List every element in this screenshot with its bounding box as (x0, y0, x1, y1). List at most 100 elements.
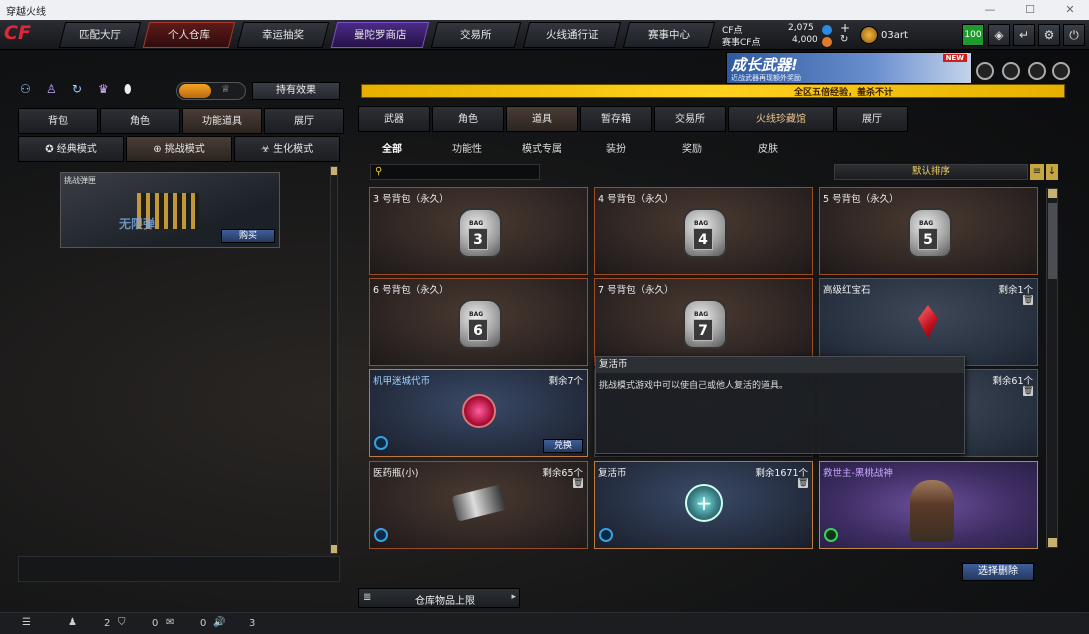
item-card[interactable]: 救世主-黑桃战神 (819, 461, 1038, 549)
trash-icon[interactable]: 🗑 (798, 478, 808, 488)
level-badge[interactable]: 100 (962, 24, 984, 46)
medal-icon[interactable] (1002, 62, 1020, 80)
buy-button[interactable]: 购买 (221, 229, 275, 243)
item-card[interactable]: 5 号背包（永久） BAG 5 (819, 187, 1038, 275)
mode-classic[interactable]: ✪ 经典模式 (18, 136, 124, 162)
clan-icon[interactable]: ⛉ (118, 617, 126, 628)
weapon-icon[interactable] (1028, 62, 1046, 80)
list-view-icon[interactable]: ≡ (1030, 164, 1044, 180)
nav-tab-mandala-shop[interactable]: 曼陀罗商店 (330, 22, 430, 48)
nav-tab-match-lobby[interactable]: 匹配大厅 (58, 22, 142, 48)
status-bar: ☰ ♟ 2 ⛉ 0 ✉ 0 🔊 3 (0, 612, 1089, 634)
tab-showroom[interactable]: 展厅 (264, 108, 344, 134)
item-card[interactable]: 机甲迷城代币 剩余7个 兑换 (369, 369, 588, 457)
item-card[interactable]: 7 号背包（永久） BAG 7 (594, 278, 813, 366)
scroll-thumb[interactable] (1048, 203, 1057, 279)
character-stats-icon[interactable]: ♙ (46, 82, 66, 102)
speaker-icon[interactable]: 🔊 (213, 617, 225, 628)
shield-icon[interactable] (976, 62, 994, 80)
item-card[interactable]: 4 号背包（永久） BAG 4 (594, 187, 813, 275)
scroll-down-icon[interactable] (1048, 538, 1057, 547)
close-icon[interactable]: ✕ (1056, 0, 1084, 20)
maximize-icon[interactable]: ☐ (1016, 0, 1044, 20)
sort-dropdown[interactable]: 默认排序 (834, 164, 1028, 180)
tab-backpack[interactable]: 背包 (18, 108, 98, 134)
scroll-up-icon[interactable] (331, 167, 337, 175)
card-watermark: 无限弹 (119, 217, 156, 231)
soldier-portrait-icon (910, 480, 954, 542)
mode-challenge[interactable]: ⊕ 挑战模式 (126, 136, 232, 162)
banner-subtitle: 近战武器再现额外奖励 (731, 74, 801, 82)
refresh-icon[interactable]: ↻ (840, 34, 848, 45)
power-icon[interactable]: ⏻ (1063, 24, 1085, 46)
scroll-down-icon[interactable] (331, 545, 337, 553)
exchange-button[interactable]: 兑换 (543, 439, 583, 453)
tab-showroom-right[interactable]: 展厅 (836, 106, 908, 132)
capacity-button[interactable]: ≣ 仓库物品上限 ▸ (358, 588, 520, 608)
search-input[interactable]: ⚲ (370, 164, 540, 180)
subtab-functional[interactable]: 功能性 (452, 140, 482, 155)
trash-icon[interactable]: 🗑 (1023, 386, 1033, 396)
effect-button[interactable]: 持有效果 (252, 82, 340, 100)
add-points-icon[interactable]: + (840, 21, 850, 35)
nav-tab-events[interactable]: 赛事中心 (622, 22, 716, 48)
tab-functional-items[interactable]: 功能道具 (182, 108, 262, 134)
nav-tab-warehouse[interactable]: 个人仓库 (142, 22, 236, 48)
gear-icon[interactable]: ⚙ (1038, 24, 1060, 46)
minimize-icon[interactable]: — (976, 0, 1004, 20)
currency-panel: CF点 2,075 + 赛事CF点 4,000 ↻ (722, 21, 856, 48)
right-scrollbar[interactable] (1046, 188, 1058, 548)
tab-trading[interactable]: 交易所 (654, 106, 726, 132)
sort-direction-icon[interactable]: ↓ (1046, 164, 1058, 180)
scroll-up-icon[interactable] (1048, 189, 1057, 198)
sync-icon[interactable]: ↻ (72, 82, 92, 102)
item-card[interactable]: 医药瓶(小) 剩余65个 🗑 (369, 461, 588, 549)
trash-icon[interactable]: 🗑 (1023, 295, 1033, 305)
chat-count: 0 (200, 618, 207, 629)
tab-characters[interactable]: 角色 (432, 106, 504, 132)
challenge-magazine-card[interactable]: 挑战弹匣 无限弹 购买 (60, 172, 280, 248)
backpack-icon: BAG 4 (683, 208, 727, 258)
item-card[interactable]: 高级红宝石 剩余1个 🗑 (819, 278, 1038, 366)
tradable-icon (374, 436, 388, 450)
effect-toggle[interactable]: ♕ (176, 82, 246, 100)
subtab-skin[interactable]: 皮肤 (758, 140, 778, 155)
item-card[interactable]: 6 号背包（永久） BAG 6 (369, 278, 588, 366)
flag-icon[interactable] (1052, 62, 1070, 80)
egg-icon[interactable]: ⬮ (124, 82, 144, 102)
nav-tab-battle-pass[interactable]: 火线通行证 (522, 22, 622, 48)
mode-zombie[interactable]: ☣ 生化模式 (234, 136, 340, 162)
nav-tab-exchange[interactable]: 交易所 (430, 22, 522, 48)
item-name: 3 号背包（永久） (373, 194, 449, 205)
avatar[interactable] (860, 26, 878, 44)
menu-icon[interactable]: ☰ (22, 617, 31, 628)
team-icon[interactable]: ♛ (98, 82, 118, 102)
promo-banner[interactable]: 成长武器! 近战武器再现额外奖励 NEW (726, 52, 972, 84)
subtab-outfit[interactable]: 装扮 (606, 140, 626, 155)
batch-delete-button[interactable]: 选择删除 (962, 563, 1034, 581)
tab-collection[interactable]: 火线珍藏馆 (728, 106, 834, 132)
chat-icon[interactable]: ✉ (166, 617, 174, 628)
medicine-bottle-icon (451, 484, 507, 522)
subtab-mode[interactable]: 模式专属 (522, 140, 562, 155)
left-scrollbar[interactable] (330, 166, 338, 554)
tab-storage-box[interactable]: 暂存箱 (580, 106, 652, 132)
tooltip-desc: 挑战模式游戏中可以使自己或他人复活的道具。 (599, 381, 789, 391)
subtab-all[interactable]: 全部 (382, 140, 402, 155)
rank-icon[interactable]: ◈ (988, 24, 1010, 46)
backpack-icon: BAG 7 (683, 299, 727, 349)
tab-character[interactable]: 角色 (100, 108, 180, 134)
item-card[interactable]: 复活币 剩余1671个 🗑 + (594, 461, 813, 549)
trash-icon[interactable]: 🗑 (573, 478, 583, 488)
tab-weapons[interactable]: 武器 (358, 106, 430, 132)
friends-icon[interactable]: ♟ (68, 617, 77, 628)
exit-room-icon[interactable]: ↵ (1013, 24, 1035, 46)
item-name: 4 号背包（永久） (598, 194, 674, 205)
buff-icon[interactable]: ⚇ (20, 82, 40, 102)
nav-tab-lottery[interactable]: 幸运抽奖 (236, 22, 330, 48)
subtab-reward[interactable]: 奖励 (682, 140, 702, 155)
item-card[interactable]: 3 号背包（永久） BAG 3 (369, 187, 588, 275)
tab-items[interactable]: 道具 (506, 106, 578, 132)
friends-count: 2 (104, 618, 111, 629)
cf-points-value: 2,075 (788, 23, 814, 33)
